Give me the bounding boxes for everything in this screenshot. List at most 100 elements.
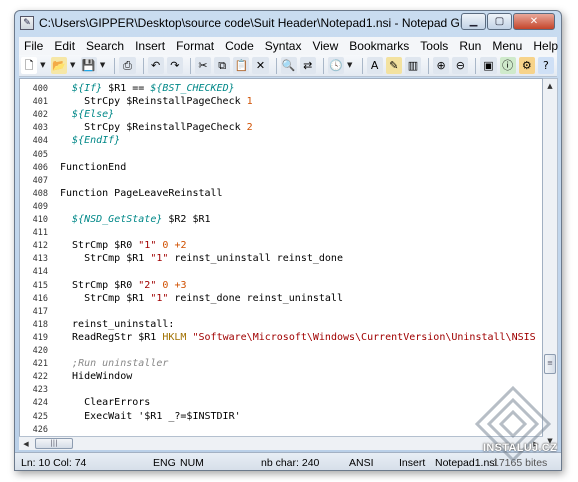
menu-help[interactable]: Help [528,39,561,53]
menu-view[interactable]: View [307,39,344,53]
code-line[interactable]: 410 ${NSD_GetState} $R2 $R1 [20,213,542,226]
line-number: 410 [32,215,48,225]
code-line[interactable]: 409 [20,200,542,213]
code-line[interactable]: 424 ClearErrors [20,396,542,409]
line-number: 426 [32,424,48,435]
info-icon[interactable]: ⓘ [499,57,516,74]
vertical-scroll-thumb[interactable]: ≡ [544,354,556,374]
code-line[interactable]: 412 StrCmp $R0 "1" 0 +2 [20,239,542,252]
code-line[interactable]: 405 [20,148,542,161]
menu-run[interactable]: Run [454,39,487,53]
code-line[interactable]: 414 [20,265,542,278]
code-line[interactable]: 415 StrCmp $R0 "2" 0 +3 [20,279,542,292]
dropdown-arrow-icon[interactable]: ▼ [40,57,47,74]
code-text: reinst_uninstall: [60,318,175,330]
minimize-button[interactable]: ▁ [461,13,486,30]
cut-icon[interactable]: ✂ [194,57,212,74]
line-number: 403 [32,123,48,134]
menu-search[interactable]: Search [81,39,130,53]
menu-code[interactable]: Code [220,39,260,53]
code-line[interactable]: 406 FunctionEnd [20,161,542,174]
dropdown-arrow-icon[interactable]: ▼ [70,57,77,74]
code-text: ${NSD_GetState} $R2 $R1 [72,214,211,225]
scroll-up-button[interactable]: ▲ [543,79,557,94]
code-editor[interactable]: 400 ${If} $R1 == ${BST_CHECKED} 401 StrCp… [19,78,543,450]
toolbar-separator [275,57,277,74]
horizontal-scrollbar[interactable]: ◀ ||| ▶ [19,436,543,450]
horizontal-scroll-thumb[interactable]: ||| [35,438,73,449]
help-icon[interactable]: ? [537,57,555,74]
code-text: ClearErrors [60,397,151,409]
paste-icon[interactable]: 📋 [233,57,250,74]
clock-icon[interactable]: 🕓 [327,57,344,74]
delete-icon[interactable]: ✕ [252,57,269,74]
settings-icon[interactable]: ⚙ [518,57,535,74]
find-icon[interactable]: 🔍 [280,57,297,74]
code-text: StrCmp $R1 "1" reinst_done reinst_uninst… [60,292,343,304]
menu-tools[interactable]: Tools [415,39,454,53]
line-number: 405 [32,149,48,160]
zoom-in-icon[interactable]: ⊕ [433,57,450,74]
line-number: 417 [32,306,48,317]
code-line[interactable]: 401 StrCpy $ReinstallPageCheck 1 [20,95,542,108]
dropdown-arrow-icon[interactable]: ▼ [100,57,107,74]
line-number: 411 [32,228,48,239]
status-encoding: ANSI [349,457,374,469]
menu-bookmarks[interactable]: Bookmarks [344,39,415,53]
open-folder-icon[interactable]: 📂 [50,57,67,74]
code-line[interactable]: 416 StrCmp $R1 "1" reinst_done reinst_un… [20,292,542,305]
code-line[interactable]: 402 ${Else} [20,108,542,121]
toolbar-separator [361,57,363,74]
toolbar-separator [428,57,430,74]
code-line[interactable]: 400 ${If} $R1 == ${BST_CHECKED} [20,82,542,95]
code-line[interactable]: 413 StrCmp $R1 "1" reinst_uninstall rein… [20,252,542,265]
save-icon[interactable]: 💾 [80,57,97,74]
code-line[interactable]: 418 reinst_uninstall: [20,318,542,331]
status-language: ENG [153,457,176,469]
code-line[interactable]: 423 [20,383,542,396]
menu-syntax[interactable]: Syntax [260,39,308,53]
code-line[interactable]: 408 Function PageLeaveReinstall [20,187,542,200]
code-line[interactable]: 407 [20,174,542,187]
toolbar-separator [322,57,324,74]
line-number: 414 [32,267,48,278]
replace-icon[interactable]: ⇄ [299,57,316,74]
line-number: 423 [32,385,48,396]
new-file-icon[interactable]: 🗋 [21,57,38,74]
undo-icon[interactable]: ↶ [147,57,164,74]
code-line[interactable]: 420 [20,344,542,357]
code-text: ${EndIf} [72,135,121,147]
redo-icon[interactable]: ↷ [166,57,183,74]
menu-edit[interactable]: Edit [49,39,81,53]
terminal-icon[interactable]: ▣ [480,57,497,74]
code-line[interactable]: 422 HideWindow [20,370,542,383]
highlight-icon[interactable]: ✎ [385,57,402,74]
dropdown-arrow-icon[interactable]: ▼ [347,57,354,74]
menu-format[interactable]: Format [171,39,220,53]
columns-icon[interactable]: ▥ [404,57,422,74]
code-line[interactable]: 411 [20,226,542,239]
line-number: 412 [32,241,48,252]
code-line[interactable]: 425 ExecWait '$R1 _?=$INSTDIR' [20,410,542,423]
font-icon[interactable]: A [366,57,383,74]
title-bar[interactable]: ✎ C:\Users\GIPPER\Desktop\source code\Su… [15,11,561,35]
close-button[interactable]: ✕ [513,13,555,30]
code-line[interactable]: 417 [20,305,542,318]
line-number: 421 [32,359,48,370]
code-text: StrCpy $ReinstallPageCheck 1 [60,96,253,108]
print-icon[interactable]: ⎙ [119,57,136,74]
menu-bar: File Edit Search Insert Format Code Synt… [19,37,558,55]
menu-menu[interactable]: Menu [487,39,528,53]
maximize-button[interactable]: ▢ [487,13,512,30]
code-line[interactable]: 421 ;Run uninstaller [20,357,542,370]
scroll-left-button[interactable]: ◀ [19,437,33,451]
zoom-out-icon[interactable]: ⊖ [452,57,469,74]
code-line[interactable]: 419 ReadRegStr $R1 HKLM "Software\Micros… [20,331,542,344]
copy-icon[interactable]: ⧉ [214,57,231,74]
code-line[interactable]: 426 [20,423,542,436]
window-title: C:\Users\GIPPER\Desktop\source code\Suit… [39,16,478,30]
menu-insert[interactable]: Insert [130,39,171,53]
code-line[interactable]: 403 StrCpy $ReinstallPageCheck 2 [20,121,542,134]
menu-file[interactable]: File [19,39,49,53]
code-line[interactable]: 404 ${EndIf} [20,134,542,147]
